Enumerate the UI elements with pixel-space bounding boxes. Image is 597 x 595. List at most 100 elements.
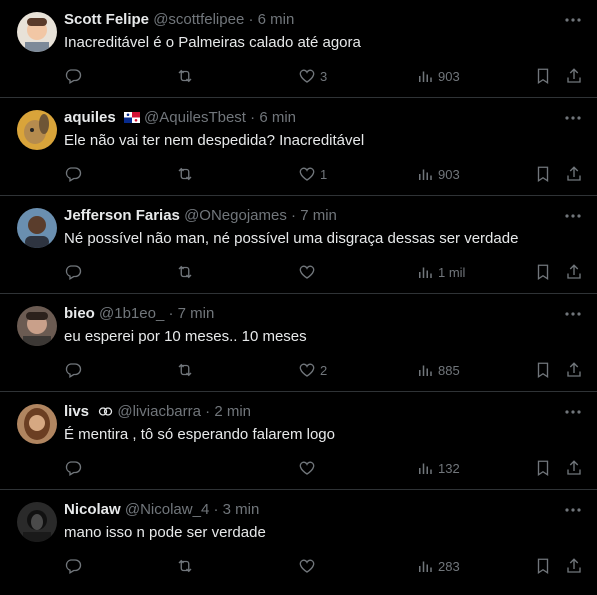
repost-button[interactable] [176,66,194,86]
display-name[interactable]: Jefferson Farias [64,207,180,224]
more-icon[interactable] [563,306,583,322]
like-icon [299,69,315,83]
views-icon [419,463,432,474]
share-icon [567,558,581,573]
share-button[interactable] [565,262,583,282]
reply-post[interactable]: Scott Felipe @scottfelipee · 6 min Inacr… [0,0,597,98]
display-name[interactable]: livs [64,403,89,420]
share-icon [567,264,581,279]
bookmark-icon [537,460,549,477]
reply-feed: Scott Felipe @scottfelipee · 6 min Inacr… [0,0,597,588]
views-button[interactable]: 132 [416,458,460,478]
avatar[interactable] [17,110,57,150]
reply-button[interactable] [64,262,82,282]
like-button[interactable]: 1 [298,164,327,184]
post-time[interactable]: 7 min [178,305,215,322]
avatar[interactable] [17,404,57,444]
reply-button[interactable] [64,458,82,478]
post-time[interactable]: 7 min [300,207,337,224]
views-button[interactable]: 903 [416,164,460,184]
views-button[interactable]: 903 [416,66,460,86]
reply-button[interactable] [64,164,82,184]
display-name[interactable]: Scott Felipe [64,11,149,28]
reply-post[interactable]: Nicolaw @Nicolaw_4 · 3 min mano isso n p… [0,490,597,588]
share-icon [567,166,581,181]
bookmark-button[interactable] [534,262,552,282]
repost-icon [178,69,192,83]
more-icon[interactable] [563,208,583,224]
post-time[interactable]: 2 min [214,403,251,420]
bookmark-button[interactable] [534,458,552,478]
views-icon [419,71,432,82]
post-header: aquiles @AquilesTbest · 6 min [64,109,296,127]
repost-button[interactable] [176,164,194,184]
like-icon [299,167,315,181]
avatar[interactable] [17,502,57,542]
share-icon [567,460,581,475]
repost-button[interactable] [176,556,194,576]
bookmark-button[interactable] [534,556,552,576]
post-text: eu esperei por 10 meses.. 10 meses [64,328,307,345]
user-handle[interactable]: @liviacbarra [117,403,201,420]
reply-button[interactable] [64,66,82,86]
reply-icon [65,461,82,476]
reply-button[interactable] [64,556,82,576]
more-icon[interactable] [563,404,583,420]
like-count: 3 [320,68,328,84]
reply-post[interactable]: bieo @1b1eo_ · 7 min eu esperei por 10 m… [0,294,597,392]
bookmark-icon [537,558,549,575]
user-handle[interactable]: @scottfelipee [153,11,244,28]
repost-icon [178,559,192,573]
share-button[interactable] [565,458,583,478]
views-count: 903 [438,166,460,182]
reply-post[interactable]: Jefferson Farias @ONegojames · 7 min Né … [0,196,597,294]
user-handle[interactable]: @1b1eo_ [99,305,164,322]
like-button[interactable] [298,262,320,282]
display-name[interactable]: aquiles [64,109,116,126]
post-header: livs @liviacbarra · 2 min [64,403,251,421]
link-emoji-icon [99,407,113,416]
views-count: 132 [438,460,460,476]
more-icon[interactable] [563,12,583,28]
share-button[interactable] [565,556,583,576]
repost-button[interactable] [176,262,194,282]
avatar[interactable] [17,306,57,346]
reply-icon [65,363,82,378]
like-count: 2 [320,362,328,378]
repost-button[interactable] [176,360,194,380]
avatar[interactable] [17,12,57,52]
views-button[interactable]: 283 [416,556,460,576]
user-handle[interactable]: @AquilesTbest [144,109,246,126]
post-text: Inacreditável é o Palmeiras calado até a… [64,34,361,51]
share-button[interactable] [565,66,583,86]
separator-dot: · [205,403,211,420]
avatar[interactable] [17,208,57,248]
display-name[interactable]: bieo [64,305,95,322]
user-handle[interactable]: @ONegojames [184,207,287,224]
user-handle[interactable]: @Nicolaw_4 [125,501,209,518]
like-button[interactable]: 2 [298,360,327,380]
post-text: É mentira , tô só esperando falarem logo [64,426,335,443]
share-button[interactable] [565,360,583,380]
share-button[interactable] [565,164,583,184]
like-button[interactable]: 3 [298,66,327,86]
post-time[interactable]: 6 min [259,109,296,126]
reply-post[interactable]: livs @liviacbarra · 2 min É mentira , tô… [0,392,597,490]
post-time[interactable]: 3 min [223,501,260,518]
like-button[interactable] [298,458,320,478]
more-icon[interactable] [563,110,583,126]
views-button[interactable]: 1 mil [416,262,465,282]
more-icon[interactable] [563,502,583,518]
post-time[interactable]: 6 min [258,11,295,28]
bookmark-button[interactable] [534,66,552,86]
reply-post[interactable]: aquiles @AquilesTbest · 6 min Ele não va… [0,98,597,196]
bookmark-button[interactable] [534,360,552,380]
bookmark-button[interactable] [534,164,552,184]
post-header: bieo @1b1eo_ · 7 min [64,305,214,323]
reply-button[interactable] [64,360,82,380]
views-button[interactable]: 885 [416,360,460,380]
display-name[interactable]: Nicolaw [64,501,121,518]
reply-icon [65,69,82,84]
views-icon [419,365,432,376]
like-button[interactable] [298,556,320,576]
